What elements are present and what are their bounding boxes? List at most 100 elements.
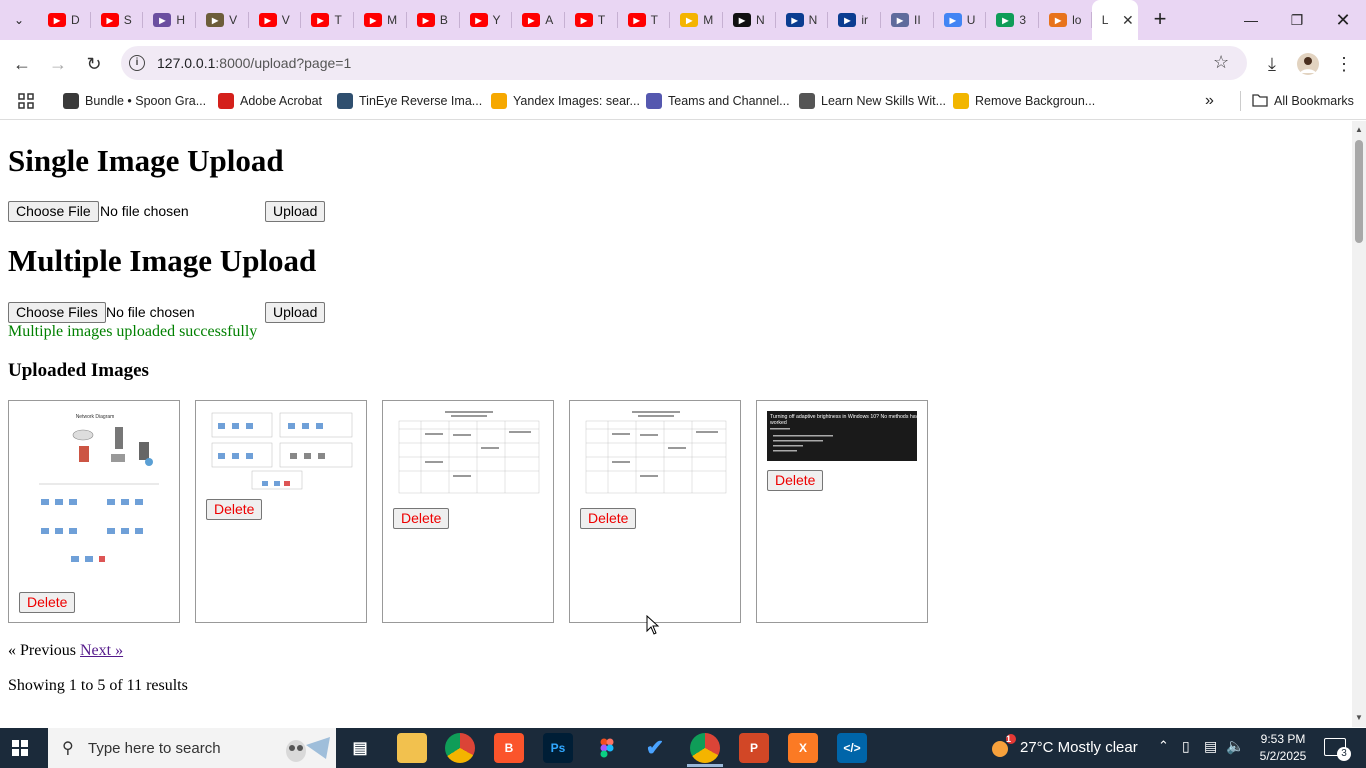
battery-icon[interactable]: ▯ (1182, 738, 1190, 755)
browser-tab[interactable]: ▶ H (143, 0, 196, 40)
bookmark-item[interactable]: Teams and Channel... (646, 91, 790, 111)
tineye-icon (337, 93, 353, 109)
browser-tab[interactable]: ▶ 3 (986, 0, 1039, 40)
bookmark-label: Adobe Acrobat (240, 94, 323, 108)
browser-tab[interactable]: ▶ T (301, 0, 354, 40)
browser-tab[interactable]: ▶ B (407, 0, 460, 40)
browser-tab[interactable]: ▶ T (565, 0, 618, 40)
reload-button[interactable]: ↻ (80, 50, 108, 78)
brave-browser-icon[interactable]: B (494, 733, 524, 763)
browser-tab[interactable]: ▶ S (91, 0, 144, 40)
tab-title: D (71, 13, 80, 27)
chrome-profile-icon[interactable] (690, 733, 720, 763)
browser-tab[interactable]: ▶ T (618, 0, 671, 40)
url-text[interactable]: 127.0.0.1:8000/upload?page=1 (157, 55, 351, 71)
browser-tab[interactable]: ▶ ir (828, 0, 881, 40)
delete-button[interactable]: Delete (19, 592, 76, 613)
tab-search-chevron-icon[interactable]: ⌄ (7, 8, 31, 32)
bookmark-item[interactable]: Learn New Skills Wit... (799, 91, 946, 111)
close-tab-icon[interactable]: ✕ (1122, 12, 1134, 29)
scroll-up-arrow-icon[interactable]: ▲ (1355, 125, 1363, 134)
bookmark-item[interactable]: Remove Backgroun... (953, 91, 1095, 111)
tray-overflow-chevron-icon[interactable]: ⌃ (1158, 738, 1169, 754)
network-icon[interactable]: ▤ (1204, 738, 1217, 755)
system-clock[interactable]: 9:53 PM 5/2/2025 (1248, 731, 1318, 765)
volume-icon[interactable]: 🔈 (1226, 737, 1245, 755)
page-scrollbar[interactable]: ▲ ▼ (1352, 121, 1366, 727)
bookmark-item[interactable]: TinEye Reverse Ima... (337, 91, 482, 111)
bookmark-star-icon[interactable]: ☆ (1213, 52, 1229, 73)
weather-icon[interactable] (987, 733, 1017, 763)
site-info-icon[interactable]: i (129, 55, 145, 71)
bookmark-item[interactable]: Bundle • Spoon Gra... (63, 91, 206, 111)
powerpoint-icon[interactable]: P (739, 733, 769, 763)
bookmarks-overflow-chevron-icon[interactable]: » (1205, 91, 1214, 111)
close-window-button[interactable]: ✕ (1320, 0, 1366, 40)
delete-button[interactable]: Delete (580, 508, 637, 529)
delete-button[interactable]: Delete (393, 508, 450, 529)
taskbar-search-placeholder: Type here to search (88, 739, 221, 757)
apps-grid-icon[interactable] (18, 91, 34, 111)
choose-files-button[interactable]: Choose Files (8, 302, 106, 323)
photoshop-icon[interactable]: Ps (543, 733, 573, 763)
minimize-button[interactable]: — (1228, 0, 1274, 40)
menu-icon[interactable]: ⋮ (1330, 50, 1358, 78)
browser-tab[interactable]: ▶ V (196, 0, 249, 40)
browser-tab[interactable]: ▶ lo (1039, 0, 1092, 40)
browser-tab[interactable]: ▶ U (934, 0, 987, 40)
windows-start-icon[interactable] (12, 740, 28, 756)
task-view-icon[interactable]: ▤ (345, 733, 375, 763)
restore-button[interactable]: ❐ (1274, 0, 1320, 40)
scroll-down-arrow-icon[interactable]: ▼ (1355, 713, 1363, 722)
browser-tab[interactable]: ▶ N (776, 0, 829, 40)
download-icon[interactable]: ⤓ (1258, 50, 1286, 78)
uploaded-image-thumbnail[interactable]: Network Diagram (19, 409, 171, 579)
success-message: Multiple images uploaded successfully (8, 323, 258, 340)
browser-tab[interactable]: ▶ A (512, 0, 565, 40)
acrobat-icon (218, 93, 234, 109)
bookmark-label: TinEye Reverse Ima... (359, 94, 483, 108)
bookmark-item[interactable]: Adobe Acrobat (218, 91, 322, 111)
active-browser-tab[interactable]: L ✕ (1091, 0, 1138, 40)
tab-title: V (281, 13, 290, 27)
vscode-icon[interactable]: </> (837, 733, 867, 763)
multi-upload-button[interactable]: Upload (265, 302, 326, 323)
profile-avatar[interactable] (1294, 50, 1322, 78)
multiple-upload-title: Multiple Image Upload (8, 243, 317, 278)
choose-file-button[interactable]: Choose File (8, 201, 99, 222)
next-page-link[interactable]: Next » (80, 642, 123, 659)
youtube-icon: ▶ (627, 13, 646, 27)
forward-button[interactable]: → (44, 50, 72, 78)
figma-icon[interactable] (592, 733, 622, 763)
tab-title: A (545, 13, 554, 27)
uploaded-image-thumbnail[interactable] (206, 409, 358, 491)
uploaded-image-thumbnail[interactable] (582, 409, 730, 497)
xampp-icon[interactable]: X (788, 733, 818, 763)
teams-icon (646, 93, 662, 109)
chrome-icon[interactable] (445, 733, 475, 763)
svg-text:Network Diagram: Network Diagram (76, 414, 115, 420)
uploaded-image-thumbnail[interactable] (395, 409, 543, 497)
bookmark-item[interactable]: Yandex Images: sear... (491, 91, 640, 111)
single-upload-button[interactable]: Upload (265, 201, 326, 222)
browser-tab[interactable]: ▶ II (881, 0, 934, 40)
back-button[interactable]: ← (8, 50, 36, 78)
delete-button[interactable]: Delete (767, 470, 824, 491)
scrollbar-thumb[interactable] (1355, 140, 1363, 243)
uploaded-image-thumbnail[interactable]: Turning off adaptive brightness in Windo… (767, 411, 917, 461)
browser-tab[interactable]: ▶ M (354, 0, 407, 40)
browser-tab[interactable]: ▶ M (670, 0, 723, 40)
tab-title: L (1101, 13, 1109, 27)
browser-tab[interactable]: ▶ V (249, 0, 302, 40)
browser-tab[interactable]: ▶ Y (460, 0, 513, 40)
new-tab-button[interactable]: + (1148, 8, 1172, 32)
all-bookmarks[interactable]: All Bookmarks (1252, 91, 1354, 111)
delete-button[interactable]: Delete (206, 499, 263, 520)
browser-tab[interactable]: ▶ N (723, 0, 776, 40)
previous-link-disabled: « Previous (8, 642, 76, 659)
weather-text[interactable]: 27°C Mostly clear (1020, 739, 1138, 756)
browser-tab[interactable]: ▶ D (38, 0, 91, 40)
checkmark-app-icon[interactable]: ✔ (640, 733, 670, 763)
file-explorer-icon[interactable] (397, 733, 427, 763)
tab-title: Y (492, 13, 501, 27)
